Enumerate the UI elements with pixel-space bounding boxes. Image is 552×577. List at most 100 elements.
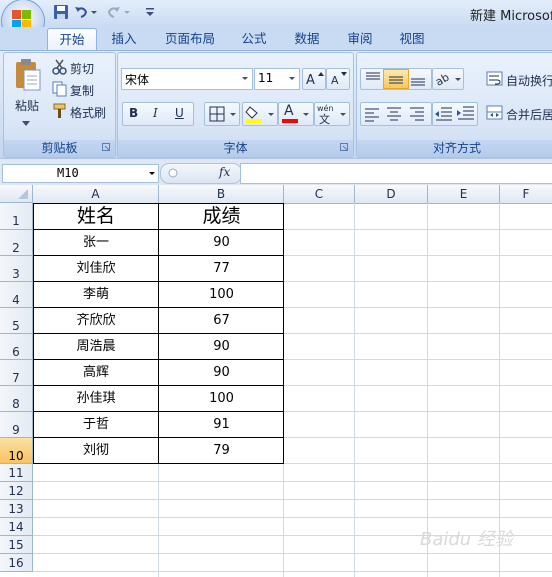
name-cell[interactable]: 周浩晨 (33, 334, 159, 360)
align-bottom-icon[interactable] (408, 69, 430, 87)
merge-center-button[interactable]: 合并后居 (506, 106, 552, 123)
column-header-d[interactable]: D (355, 185, 428, 204)
alignment-group-label: 对齐方式 (357, 140, 552, 157)
tab-review[interactable]: 审阅 (340, 28, 380, 50)
orientation-button[interactable]: ab (432, 68, 464, 90)
name-cell[interactable]: 刘佳欣 (33, 256, 159, 282)
clipboard-launcher-icon[interactable] (102, 140, 110, 151)
score-cell[interactable]: 67 (159, 308, 284, 334)
chevron-down-icon[interactable] (148, 166, 156, 183)
row-header-5[interactable]: 5 (0, 308, 33, 334)
tab-view[interactable]: 视图 (392, 28, 432, 50)
row-header-12[interactable]: 12 (0, 482, 33, 500)
fill-color-button[interactable] (242, 102, 278, 126)
shrink-font-button[interactable]: A (326, 68, 350, 90)
tab-page-layout[interactable]: 页面布局 (158, 28, 222, 50)
column-header-a[interactable]: A (33, 185, 159, 204)
window-title: 新建 Microsof (470, 9, 552, 24)
row-header-2[interactable]: 2 (0, 230, 33, 256)
name-cell[interactable]: 孙佳琪 (33, 386, 159, 412)
row-header-10[interactable]: 10 (0, 438, 33, 464)
undo-dropdown-icon[interactable] (90, 4, 98, 20)
italic-button[interactable]: I (153, 106, 158, 120)
row-header-9[interactable]: 9 (0, 412, 33, 438)
phonetic-guide-button[interactable]: wén 文 (314, 102, 350, 126)
name-cell[interactable]: 齐欣欣 (33, 308, 159, 334)
score-cell[interactable]: 90 (159, 334, 284, 360)
svg-text:文: 文 (319, 112, 330, 125)
tab-home[interactable]: 开始 (47, 28, 97, 51)
font-size-combobox[interactable]: 11 (254, 68, 300, 90)
row-header-3[interactable]: 3 (0, 256, 33, 282)
scissors-icon (52, 59, 68, 75)
align-right-icon[interactable] (406, 103, 428, 123)
select-all-button[interactable] (0, 185, 33, 203)
underline-button[interactable]: U (175, 106, 184, 120)
name-cell[interactable]: 张一 (33, 230, 159, 256)
table-border (33, 411, 284, 412)
column-header-c[interactable]: C (284, 185, 355, 204)
font-color-button[interactable]: A (278, 102, 314, 126)
score-cell[interactable]: 79 (159, 438, 284, 464)
increase-indent-icon[interactable] (455, 103, 475, 123)
row-header-14[interactable]: 14 (0, 518, 33, 536)
tab-data[interactable]: 数据 (287, 28, 327, 50)
name-cell[interactable]: 于哲 (33, 412, 159, 438)
borders-icon (209, 106, 236, 122)
score-cell[interactable]: 77 (159, 256, 284, 282)
row-header-1[interactable]: 1 (0, 203, 33, 230)
save-icon[interactable] (53, 4, 69, 20)
header-cell-score[interactable]: 成绩 (159, 203, 284, 230)
grid-line (33, 553, 552, 554)
name-cell[interactable]: 刘彻 (33, 438, 159, 464)
table-border (33, 437, 284, 438)
table-border (33, 463, 284, 464)
row-header-11[interactable]: 11 (0, 464, 33, 482)
svg-text:ab: ab (433, 71, 451, 89)
row-header-6[interactable]: 6 (0, 334, 33, 360)
clipboard-group-label: 剪贴板 (4, 140, 115, 157)
name-box[interactable]: M10 (2, 164, 159, 183)
column-header-f[interactable]: F (500, 185, 552, 204)
row-header-15[interactable]: 15 (0, 536, 33, 554)
wrap-text-button[interactable]: 自动换行 (506, 72, 552, 89)
align-middle-icon[interactable] (383, 69, 409, 89)
bold-button[interactable]: B (129, 106, 138, 120)
cut-button[interactable]: 剪切 (70, 60, 94, 77)
paste-button[interactable]: 粘贴 (15, 97, 39, 114)
tab-insert[interactable]: 插入 (104, 28, 144, 50)
undo-icon[interactable] (73, 4, 89, 20)
column-header-b[interactable]: B (159, 185, 284, 204)
score-cell[interactable]: 100 (159, 282, 284, 308)
name-cell[interactable]: 李萌 (33, 282, 159, 308)
grow-font-button[interactable]: A (302, 68, 326, 90)
insert-function-button[interactable]: fx (219, 165, 230, 179)
tab-formulas[interactable]: 公式 (234, 28, 274, 50)
table-border (33, 229, 284, 230)
score-cell[interactable]: 100 (159, 386, 284, 412)
borders-button[interactable] (204, 102, 240, 126)
customize-toolbar-icon[interactable] (144, 4, 156, 20)
cell-reference: M10 (57, 166, 79, 180)
font-launcher-icon[interactable] (340, 140, 348, 151)
row-header-13[interactable]: 13 (0, 500, 33, 518)
row-header-8[interactable]: 8 (0, 386, 33, 412)
name-cell[interactable]: 高辉 (33, 360, 159, 386)
paste-dropdown-icon[interactable] (22, 116, 30, 126)
formula-input[interactable] (240, 163, 552, 184)
score-cell[interactable]: 90 (159, 360, 284, 386)
redo-icon[interactable] (106, 4, 122, 20)
font-name-combobox[interactable]: 宋体 (121, 68, 253, 90)
paste-icon[interactable] (12, 58, 44, 94)
header-cell-name[interactable]: 姓名 (33, 203, 159, 230)
column-header-e[interactable]: E (428, 185, 500, 204)
format-painter-button[interactable]: 格式刷 (70, 104, 106, 121)
redo-dropdown-icon[interactable] (123, 4, 131, 20)
score-cell[interactable]: 90 (159, 230, 284, 256)
row-header-4[interactable]: 4 (0, 282, 33, 308)
copy-button[interactable]: 复制 (70, 82, 94, 99)
row-header-7[interactable]: 7 (0, 360, 33, 386)
align-center-icon[interactable] (383, 103, 405, 123)
row-header-16[interactable]: 16 (0, 554, 33, 572)
score-cell[interactable]: 91 (159, 412, 284, 438)
